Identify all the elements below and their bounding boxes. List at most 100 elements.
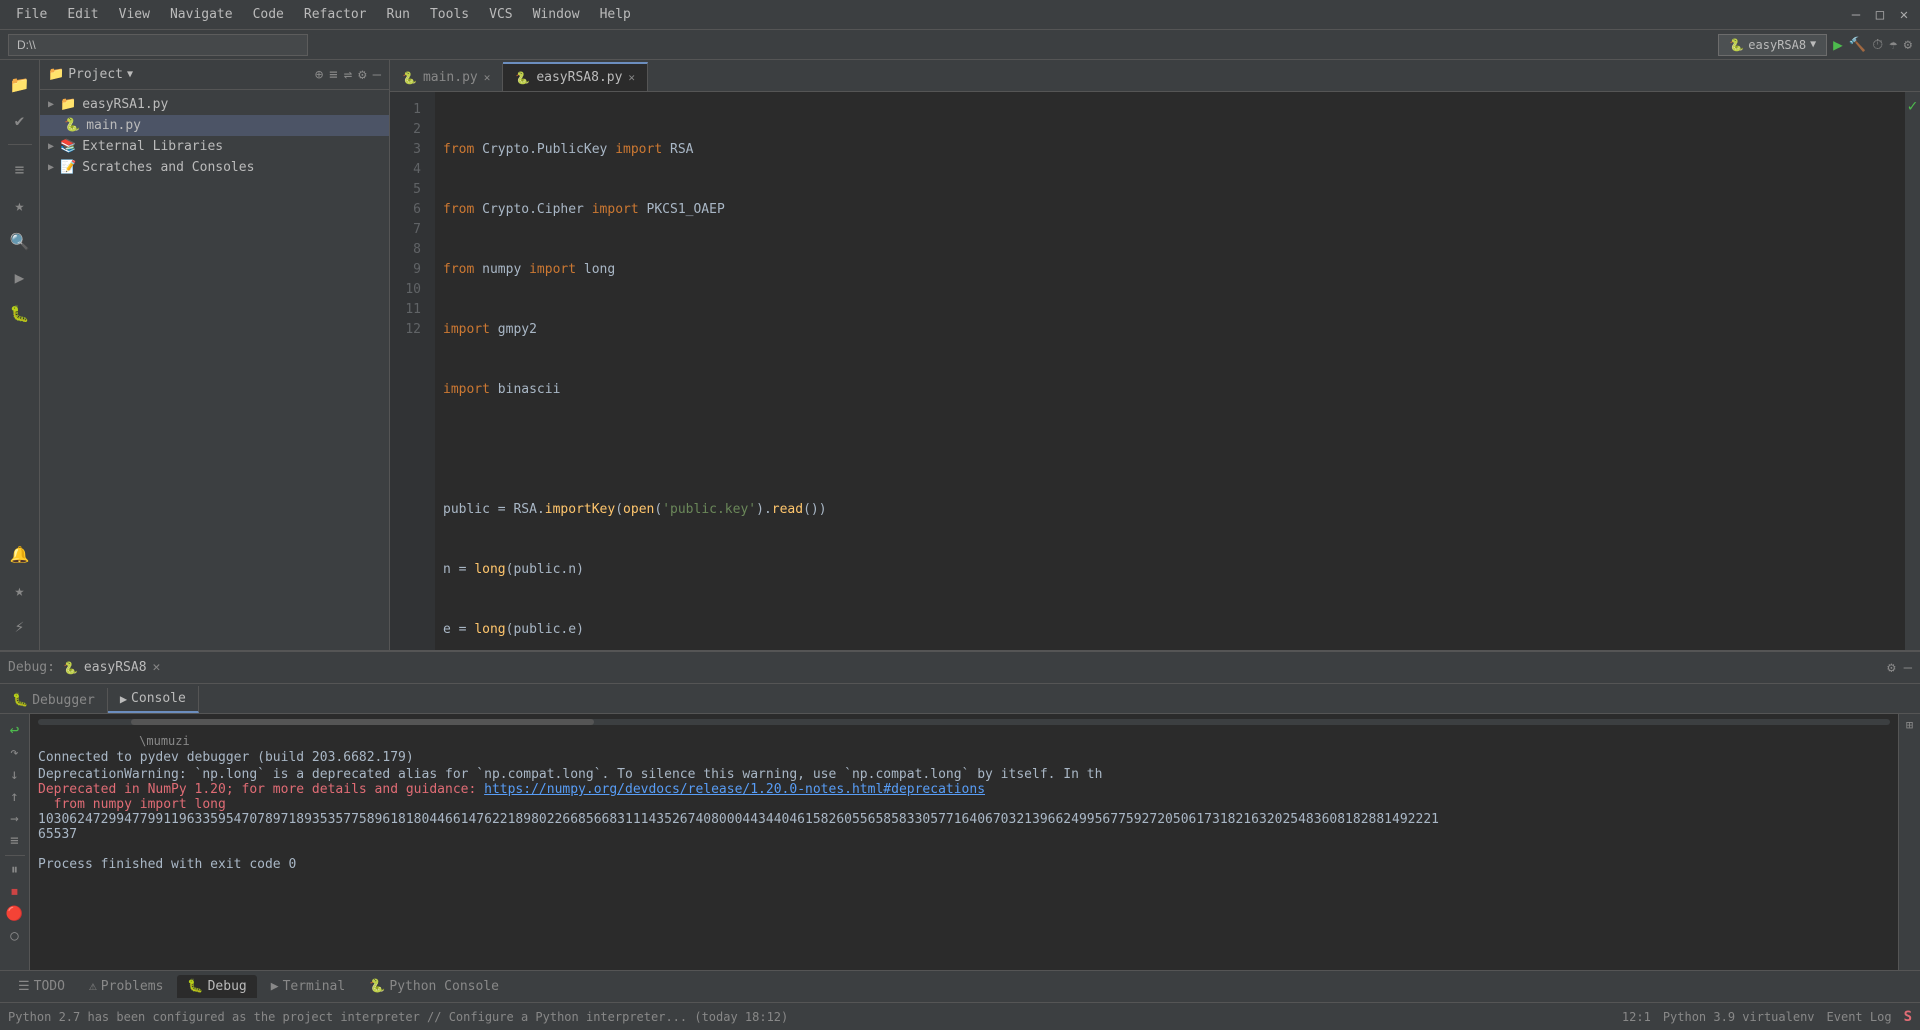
toolbar-left bbox=[8, 34, 308, 56]
debug-console-output[interactable]: \mumuzi Connected to pydev debugger (bui… bbox=[30, 714, 1898, 970]
debug-tab-label: Debug bbox=[208, 979, 247, 994]
debug-e-output: 65537 bbox=[38, 827, 1890, 842]
mute-breakpoints-icon[interactable]: ○ bbox=[8, 926, 20, 946]
run-to-cursor-icon[interactable]: → bbox=[8, 809, 20, 829]
tab-problems[interactable]: ⚠ Problems bbox=[79, 975, 173, 998]
collapse-icon[interactable]: ≡ bbox=[329, 67, 337, 83]
debug-settings-icon[interactable]: ⚙ bbox=[1887, 660, 1895, 676]
tree-main-label: main.py bbox=[86, 118, 141, 133]
favorites-icon[interactable]: ★ bbox=[4, 574, 36, 606]
evaluate-icon[interactable]: ≡ bbox=[8, 831, 20, 851]
coverage-button[interactable]: ☂ bbox=[1889, 37, 1897, 53]
status-warning[interactable]: Python 2.7 has been configured as the pr… bbox=[8, 1010, 788, 1024]
step-into-icon[interactable]: ↓ bbox=[8, 765, 20, 785]
numpy-link[interactable]: https://numpy.org/devdocs/release/1.20.0… bbox=[484, 782, 985, 797]
problems-label: Problems bbox=[101, 979, 164, 994]
console-tab-label: Console bbox=[131, 691, 186, 706]
restart-debug-icon[interactable]: ↩ bbox=[8, 718, 22, 741]
minimize-panel-icon[interactable]: — bbox=[373, 67, 381, 83]
close-button[interactable]: ✕ bbox=[1896, 7, 1912, 23]
step-over-icon[interactable]: ↷ bbox=[8, 743, 20, 763]
scrollbar-track bbox=[38, 719, 1890, 725]
menu-file[interactable]: File bbox=[8, 5, 55, 24]
structure-icon[interactable]: ≡ bbox=[4, 153, 36, 185]
project-header-actions: ⊕ ≡ ⇌ ⚙ — bbox=[315, 67, 381, 83]
menu-items: File Edit View Navigate Code Refactor Ru… bbox=[8, 5, 639, 24]
tab-terminal[interactable]: ▶ Terminal bbox=[261, 975, 355, 998]
debugger-tab-icon: 🐛 bbox=[12, 693, 28, 708]
profile-button[interactable]: ⏱ bbox=[1872, 37, 1883, 53]
debug-horizontal-scrollbar[interactable] bbox=[38, 716, 1890, 728]
settings-toolbar-button[interactable]: ⚙ bbox=[1904, 37, 1912, 53]
menu-navigate[interactable]: Navigate bbox=[162, 5, 241, 24]
notifications-icon[interactable]: 🔔 bbox=[4, 538, 36, 570]
sougou-icon[interactable]: S bbox=[1904, 1009, 1912, 1025]
debugger-tab[interactable]: 🐛 Debugger bbox=[0, 688, 108, 713]
step-out-icon[interactable]: ↑ bbox=[8, 787, 20, 807]
find-icon[interactable]: 🔍 bbox=[4, 225, 36, 257]
tree-item-main[interactable]: 🐍 main.py bbox=[40, 115, 389, 136]
debug-session-tab[interactable]: 🐍 easyRSA8 ✕ bbox=[63, 660, 160, 675]
todo-label: TODO bbox=[34, 979, 65, 994]
menu-run[interactable]: Run bbox=[379, 5, 418, 24]
run-button[interactable]: ▶ bbox=[1833, 35, 1843, 54]
bottom-sidebar-icons: 🔔 ★ ⚡ bbox=[4, 538, 36, 650]
run-sidebar-icon[interactable]: ▶ bbox=[4, 261, 36, 293]
run-config-selector[interactable]: 🐍 easyRSA8 ▼ bbox=[1718, 34, 1827, 56]
expand-icon[interactable]: ⇌ bbox=[344, 67, 352, 83]
interpreter-info[interactable]: Python 3.9 virtualenv bbox=[1663, 1010, 1815, 1024]
build-button[interactable]: 🔨 bbox=[1849, 37, 1866, 53]
debug-layout-icon[interactable]: ⊞ bbox=[1906, 718, 1913, 732]
left-sidebar-icons: 📁 ✔ ≡ ★ 🔍 ▶ 🐛 🔔 ★ ⚡ bbox=[0, 60, 40, 650]
check-mark-icon: ✓ bbox=[1905, 96, 1920, 115]
menu-refactor[interactable]: Refactor bbox=[296, 5, 375, 24]
view-breakpoints-icon[interactable]: 🔴 bbox=[4, 904, 25, 924]
debug-sidebar-icon[interactable]: 🐛 bbox=[4, 297, 36, 329]
tab-main-close[interactable]: ✕ bbox=[484, 71, 491, 84]
debug-minimize-icon[interactable]: — bbox=[1904, 660, 1912, 676]
menu-bar: File Edit View Navigate Code Refactor Ru… bbox=[8, 5, 639, 24]
debug-panel: Debug: 🐍 easyRSA8 ✕ ⚙ — 🐛 Debugger ▶ Con… bbox=[0, 650, 1920, 970]
tab-debug[interactable]: 🐛 Debug bbox=[177, 975, 256, 998]
line-num-11: 11 bbox=[390, 300, 427, 320]
menu-window[interactable]: Window bbox=[525, 5, 588, 24]
maximize-button[interactable]: □ bbox=[1872, 7, 1888, 23]
bookmarks-icon[interactable]: ★ bbox=[4, 189, 36, 221]
tab-python-console[interactable]: 🐍 Python Console bbox=[359, 975, 509, 998]
menu-view[interactable]: View bbox=[111, 5, 158, 24]
python-console-label: Python Console bbox=[389, 979, 499, 994]
plugins-icon[interactable]: ⚡ bbox=[4, 610, 36, 642]
minimize-button[interactable]: — bbox=[1848, 7, 1864, 23]
menu-tools[interactable]: Tools bbox=[422, 5, 477, 24]
tab-easyrsa8-py[interactable]: 🐍 easyRSA8.py ✕ bbox=[503, 62, 648, 91]
menu-code[interactable]: Code bbox=[245, 5, 292, 24]
project-sidebar-icon[interactable]: 📁 bbox=[4, 68, 36, 100]
project-settings-icon[interactable]: ⚙ bbox=[358, 67, 366, 83]
tree-item-root[interactable]: ▶ 📁 easyRSA1.py bbox=[40, 94, 389, 115]
path-input[interactable] bbox=[8, 34, 308, 56]
menu-edit[interactable]: Edit bbox=[59, 5, 106, 24]
debug-session-close[interactable]: ✕ bbox=[153, 660, 161, 675]
window-controls: — □ ✕ bbox=[1848, 7, 1912, 23]
pause-icon[interactable]: ⏸ bbox=[9, 860, 20, 880]
line-num-8: 8 bbox=[390, 240, 427, 260]
tab-main-py[interactable]: 🐍 main.py ✕ bbox=[390, 63, 503, 91]
code-line-4: import gmpy2 bbox=[443, 320, 1897, 340]
code-content[interactable]: from Crypto.PublicKey import RSA from Cr… bbox=[435, 92, 1905, 650]
console-tab[interactable]: ▶ Console bbox=[108, 686, 199, 713]
locate-icon[interactable]: ⊕ bbox=[315, 67, 323, 83]
menu-help[interactable]: Help bbox=[592, 5, 639, 24]
project-title-label: Project bbox=[68, 67, 123, 82]
event-log[interactable]: Event Log bbox=[1827, 1010, 1892, 1024]
tree-item-ext-libs[interactable]: ▶ 📚 External Libraries bbox=[40, 136, 389, 157]
stop-icon[interactable]: ⏹ bbox=[9, 882, 20, 902]
tree-scratches-label: Scratches and Consoles bbox=[82, 160, 254, 175]
code-line-9: e = long(public.e) bbox=[443, 620, 1897, 640]
cursor-position[interactable]: 12:1 bbox=[1622, 1010, 1651, 1024]
line-num-6: 6 bbox=[390, 200, 427, 220]
tab-todo[interactable]: ☰ TODO bbox=[8, 975, 75, 998]
menu-vcs[interactable]: VCS bbox=[481, 5, 520, 24]
tab-easyrsa8-close[interactable]: ✕ bbox=[628, 71, 635, 84]
tree-item-scratches[interactable]: ▶ 📝 Scratches and Consoles bbox=[40, 157, 389, 178]
commit-icon[interactable]: ✔ bbox=[4, 104, 36, 136]
